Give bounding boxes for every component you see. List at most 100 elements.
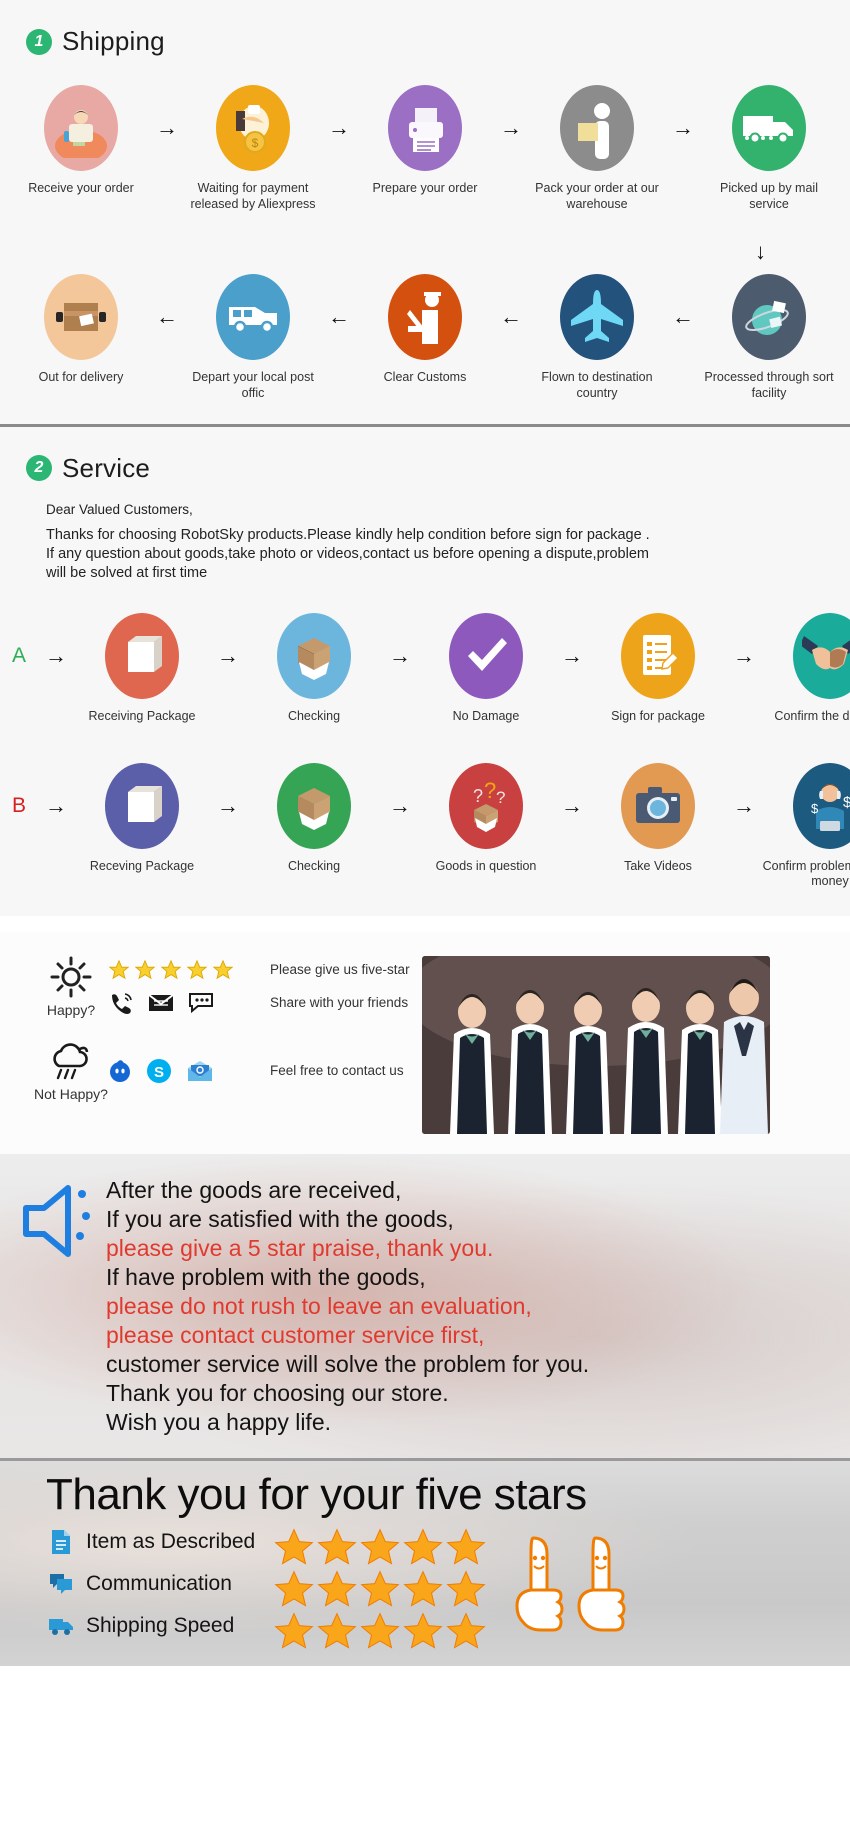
contact-line: S Feel free to contact us <box>108 1058 404 1084</box>
notice-line: please give a 5 star praise, thank you. <box>106 1234 494 1261</box>
arrow-down-icon: ↓ <box>755 239 766 265</box>
happy-label: Happy? <box>46 1001 96 1018</box>
agent-refund-icon: $ $ <box>793 762 850 849</box>
star-icon <box>360 1570 400 1607</box>
product-description-page: 1 Shipping Receive your order → $ Waitin… <box>0 0 850 1666</box>
airplane-icon <box>560 274 634 361</box>
svg-text:S: S <box>154 1064 164 1081</box>
service-flow-row-b: B → Receving Package → Checking → ? ? ? … <box>0 762 850 890</box>
arrow-left-icon: ← <box>156 304 178 330</box>
rating-row: Communication <box>48 1568 255 1601</box>
flow-step-label: Flown to destination country <box>541 370 653 400</box>
flow-step: Receive your order <box>17 85 145 197</box>
section-title: Shipping <box>62 26 165 56</box>
truck-icon <box>48 1615 74 1637</box>
package-box-icon <box>105 762 179 849</box>
signed-form-icon <box>621 612 695 699</box>
rating-label: Item as Described <box>86 1530 256 1554</box>
not-happy-label: Not Happy? <box>34 1085 108 1102</box>
svg-text:?: ? <box>473 786 483 806</box>
shipping-flow-row-1: Receive your order → $ Waiting for payme… <box>0 85 850 212</box>
postal-van-icon <box>216 274 290 361</box>
person-order-icon <box>44 85 118 171</box>
star-icon <box>274 1528 314 1565</box>
star-icon <box>160 959 182 979</box>
megaphone-icon <box>20 1176 96 1265</box>
star-icon <box>317 1570 357 1607</box>
star-icon <box>317 1612 357 1649</box>
handshake-icon <box>793 612 850 699</box>
arrow-right-icon: → <box>328 115 350 140</box>
flow-step: Receiving Package <box>78 612 206 725</box>
svg-text:$: $ <box>252 136 259 150</box>
shipping-header: 1 Shipping <box>0 0 850 57</box>
share-icons <box>108 991 256 1015</box>
notice-line: After the goods are received, <box>106 1176 402 1203</box>
flow-step-label: No Damage <box>452 708 520 723</box>
thank-you-title: Thank you for your five stars <box>46 1470 587 1520</box>
service-header: 2 Service <box>0 427 850 484</box>
notice-line: Thank you for choosing our store. <box>106 1379 449 1406</box>
star-row <box>273 1612 487 1652</box>
flow-step: Prepare your order <box>361 85 489 197</box>
document-icon <box>48 1529 74 1555</box>
arrow-right-icon: → <box>156 115 178 140</box>
arrow-right-icon: → <box>217 792 239 818</box>
contact-section: Happy? Please give us five-star Share wi… <box>0 931 850 1154</box>
rating-label: Communication <box>86 1572 232 1596</box>
share-text: Share with your friends <box>270 995 409 1011</box>
star-icon <box>403 1612 443 1649</box>
arrow-right-icon: → <box>561 792 583 818</box>
open-carton-icon <box>277 762 351 849</box>
flow-step: Sign for package <box>594 612 722 725</box>
question-box-icon: ? ? ? <box>449 762 523 849</box>
flow-step-label: Receive your order <box>28 181 134 195</box>
phone-ring-icon[interactable] <box>108 991 134 1015</box>
star-icon <box>108 959 130 979</box>
star-icon <box>446 1528 486 1565</box>
open-carton-icon <box>277 612 351 699</box>
flow-step-label: Pack your order at our warehouse <box>535 181 659 211</box>
delivery-truck-icon <box>732 85 806 171</box>
flow-step: Confirm the delivery <box>766 612 850 725</box>
service-body-line: If any question about goods,take photo o… <box>46 545 649 562</box>
flow-step-label: Checking <box>287 708 341 723</box>
flow-step: Depart your local post offic <box>189 274 317 401</box>
flow-step: Processed through sort facility <box>704 274 834 401</box>
flow-step: Pack your order at our warehouse <box>533 85 661 212</box>
happy-row: Happy? Please give us five-star Share wi… <box>34 956 410 1018</box>
flow-step-label: Out for delivery <box>38 370 124 385</box>
camera-icon <box>621 762 695 849</box>
envelope-icon[interactable] <box>148 992 174 1014</box>
chat-icon <box>48 1572 74 1596</box>
flow-step-label: Processed through sort facility <box>704 370 834 400</box>
flow-step: Checking <box>250 612 378 725</box>
not-happy-mood: Not Happy? <box>34 1040 108 1102</box>
svg-text:?: ? <box>496 788 505 807</box>
flow-step-label: Sign for package <box>611 708 705 723</box>
arrow-left-icon: ← <box>500 304 522 330</box>
customer-service-team-photo <box>421 955 770 1134</box>
flow-step-label: Depart your local post offic <box>192 370 314 400</box>
flow-step-label: Picked up by mail service <box>720 181 818 211</box>
star-row <box>273 1528 487 1568</box>
messenger-icon[interactable] <box>108 1059 132 1083</box>
skype-icon[interactable]: S <box>146 1058 172 1084</box>
email-open-icon[interactable] <box>186 1059 214 1083</box>
arrow-right-icon: → <box>45 792 67 818</box>
thumbs-up-icon <box>577 1536 626 1632</box>
star-icon <box>446 1612 486 1649</box>
row-letter-a: A <box>11 643 26 667</box>
star-rating <box>108 959 256 981</box>
shipping-flow-row-2: Out for delivery ← Depart your local pos… <box>0 274 850 401</box>
star-icon <box>186 959 208 979</box>
flow-step: Take Videos <box>594 762 722 875</box>
flow-step-label: Confirm the delivery <box>774 708 850 723</box>
megaphone-text-block: After the goods are received, If you are… <box>106 1176 589 1437</box>
contact-text: Feel free to contact us <box>270 1063 404 1079</box>
five-star-text: Please give us five-star <box>270 962 410 978</box>
rating-labels: Item as Described Communication Shipping… <box>48 1526 255 1643</box>
chat-bubble-icon[interactable] <box>188 992 214 1014</box>
share-line: Share with your friends <box>108 991 410 1015</box>
thank-you-section: Thank you for your five stars Item as De… <box>0 1461 850 1665</box>
